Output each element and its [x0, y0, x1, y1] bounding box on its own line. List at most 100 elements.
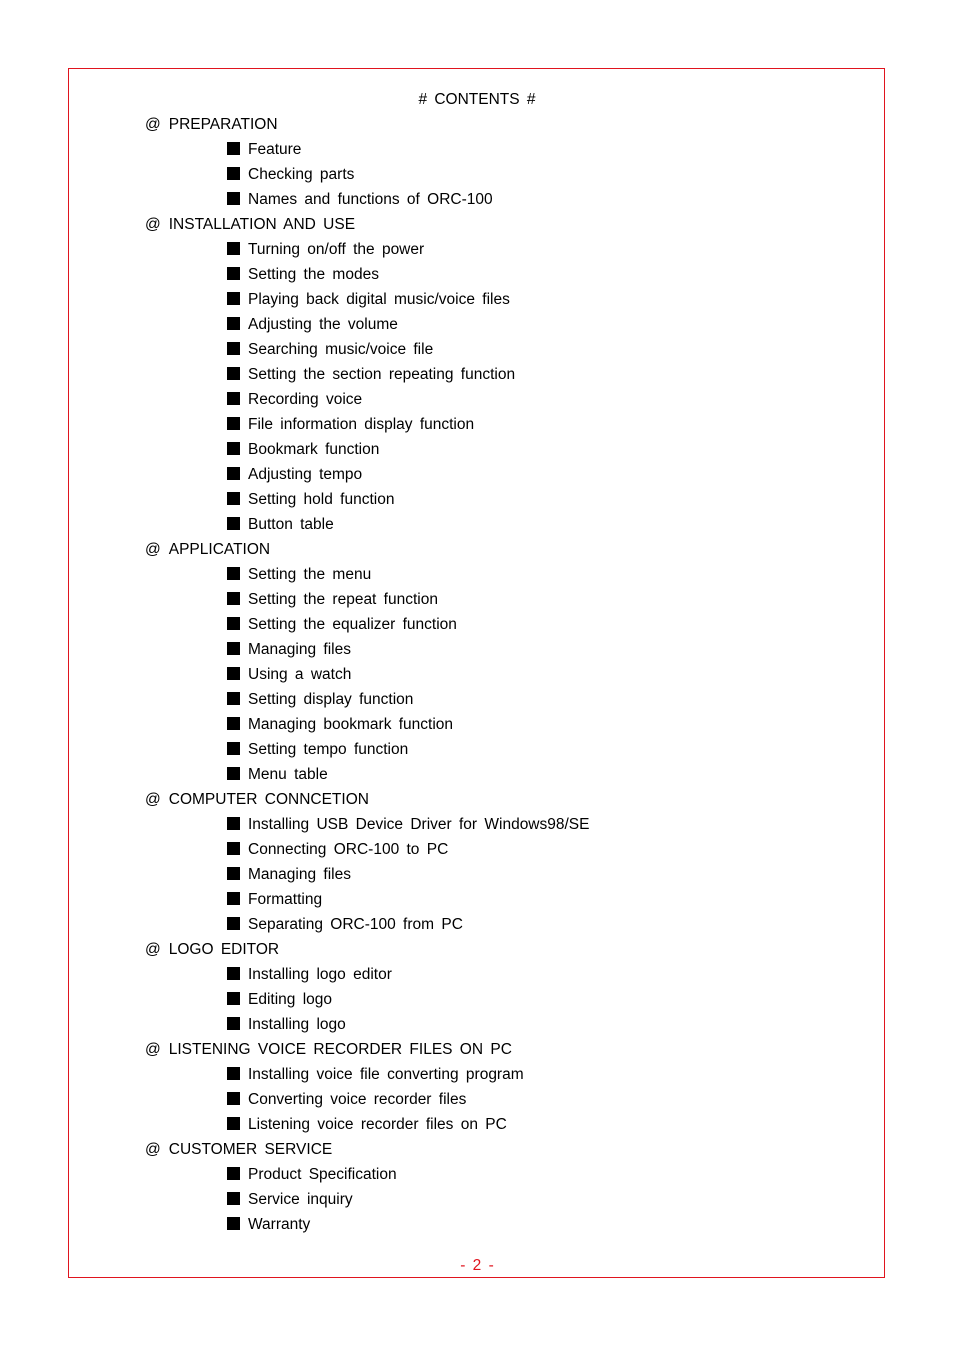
toc-item-text: Installing USB Device Driver for Windows…	[248, 816, 590, 833]
square-bullet-icon	[227, 192, 240, 205]
toc-item: Menu table	[145, 765, 845, 790]
square-bullet-icon	[227, 742, 240, 755]
toc-item: Checking parts	[145, 165, 845, 190]
toc-item: Installing logo editor	[145, 965, 845, 990]
square-bullet-icon	[227, 142, 240, 155]
toc-item: Playing back digital music/voice files	[145, 290, 845, 315]
toc-item-text: Installing logo editor	[248, 966, 392, 983]
toc-item-text: Installing logo	[248, 1016, 346, 1033]
section-heading-text: CUSTOMER SERVICE	[168, 1141, 333, 1158]
at-marker-icon: @	[145, 541, 161, 558]
contents-title: # CONTENTS #	[418, 91, 536, 108]
toc-item-text: Setting hold function	[248, 491, 395, 508]
square-bullet-icon	[227, 692, 240, 705]
toc-item-text: Managing files	[248, 641, 351, 658]
toc-section-heading: @ CUSTOMER SERVICE	[145, 1140, 845, 1165]
toc-item: Listening voice recorder files on PC	[145, 1115, 845, 1140]
square-bullet-icon	[227, 567, 240, 580]
toc-item-text: Converting voice recorder files	[248, 1091, 467, 1108]
toc-item-text: Setting display function	[248, 691, 414, 708]
table-of-contents: @ PREPARATION Feature Checking parts Names a…	[145, 115, 845, 1240]
toc-item: Installing logo	[145, 1015, 845, 1040]
square-bullet-icon	[227, 892, 240, 905]
toc-item-text: Service inquiry	[248, 1191, 353, 1208]
square-bullet-icon	[227, 517, 240, 530]
toc-item: Adjusting tempo	[145, 465, 845, 490]
toc-item: Button table	[145, 515, 845, 540]
toc-item: Separating ORC-100 from PC	[145, 915, 845, 940]
section-heading-text: LOGO EDITOR	[168, 941, 280, 958]
toc-item: Connecting ORC-100 to PC	[145, 840, 845, 865]
at-marker-icon: @	[145, 216, 161, 233]
toc-item: Adjusting the volume	[145, 315, 845, 340]
square-bullet-icon	[227, 617, 240, 630]
toc-item: Turning on/off the power	[145, 240, 845, 265]
toc-item-text: Turning on/off the power	[248, 241, 425, 258]
toc-item-text: Setting the repeat function	[248, 591, 438, 608]
at-marker-icon: @	[145, 116, 161, 133]
toc-item: Managing files	[145, 865, 845, 890]
toc-item-text: File information display function	[248, 416, 475, 433]
square-bullet-icon	[227, 992, 240, 1005]
toc-item-text: Using a watch	[248, 666, 352, 683]
toc-item-text: Checking parts	[248, 166, 355, 183]
toc-item: Setting display function	[145, 690, 845, 715]
toc-item: Editing logo	[145, 990, 845, 1015]
toc-item-text: Adjusting the volume	[248, 316, 398, 333]
square-bullet-icon	[227, 717, 240, 730]
square-bullet-icon	[227, 867, 240, 880]
toc-item-text: Setting the modes	[248, 266, 379, 283]
toc-item-text: Playing back digital music/voice files	[248, 291, 510, 308]
toc-item: Managing files	[145, 640, 845, 665]
toc-item: Converting voice recorder files	[145, 1090, 845, 1115]
square-bullet-icon	[227, 392, 240, 405]
section-heading-text: COMPUTER CONNCETION	[168, 791, 369, 808]
square-bullet-icon	[227, 1117, 240, 1130]
toc-item: File information display function	[145, 415, 845, 440]
section-heading-text: LISTENING VOICE RECORDER FILES ON PC	[168, 1041, 512, 1058]
page-number: - 2 -	[460, 1257, 494, 1274]
toc-item-text: Managing files	[248, 866, 351, 883]
toc-item-text: Installing voice file converting program	[248, 1066, 524, 1083]
toc-section-heading: @ LISTENING VOICE RECORDER FILES ON PC	[145, 1040, 845, 1065]
toc-section-heading: @ INSTALLATION AND USE	[145, 215, 845, 240]
at-marker-icon: @	[145, 1141, 161, 1158]
toc-item-text: Setting tempo function	[248, 741, 409, 758]
toc-item-text: Button table	[248, 516, 334, 533]
toc-item-text: Formatting	[248, 891, 323, 908]
square-bullet-icon	[227, 767, 240, 780]
section-heading-text: APPLICATION	[168, 541, 271, 558]
toc-item: Searching music/voice file	[145, 340, 845, 365]
toc-item: Warranty	[145, 1215, 845, 1240]
square-bullet-icon	[227, 492, 240, 505]
toc-item-text: Recording voice	[248, 391, 363, 408]
toc-item: Using a watch	[145, 665, 845, 690]
toc-item-text: Warranty	[248, 1216, 311, 1233]
toc-item-text: Setting the section repeating function	[248, 366, 516, 383]
toc-item-text: Feature	[248, 141, 302, 158]
square-bullet-icon	[227, 292, 240, 305]
at-marker-icon: @	[145, 791, 161, 808]
square-bullet-icon	[227, 1067, 240, 1080]
toc-item-text: Adjusting tempo	[248, 466, 363, 483]
toc-item: Setting the section repeating function	[145, 365, 845, 390]
toc-item: Recording voice	[145, 390, 845, 415]
square-bullet-icon	[227, 267, 240, 280]
toc-item: Installing USB Device Driver for Windows…	[145, 815, 845, 840]
toc-item: Product Specification	[145, 1165, 845, 1190]
toc-item-text: Editing logo	[248, 991, 333, 1008]
toc-item-text: Connecting ORC-100 to PC	[248, 841, 449, 858]
square-bullet-icon	[227, 342, 240, 355]
toc-item: Managing bookmark function	[145, 715, 845, 740]
square-bullet-icon	[227, 467, 240, 480]
toc-section-heading: @ PREPARATION	[145, 115, 845, 140]
square-bullet-icon	[227, 842, 240, 855]
toc-item-text: Menu table	[248, 766, 328, 783]
toc-item: Setting tempo function	[145, 740, 845, 765]
square-bullet-icon	[227, 817, 240, 830]
toc-section-heading: @ LOGO EDITOR	[145, 940, 845, 965]
toc-item: Formatting	[145, 890, 845, 915]
toc-item-text: Setting the menu	[248, 566, 372, 583]
square-bullet-icon	[227, 1092, 240, 1105]
toc-item: Bookmark function	[145, 440, 845, 465]
